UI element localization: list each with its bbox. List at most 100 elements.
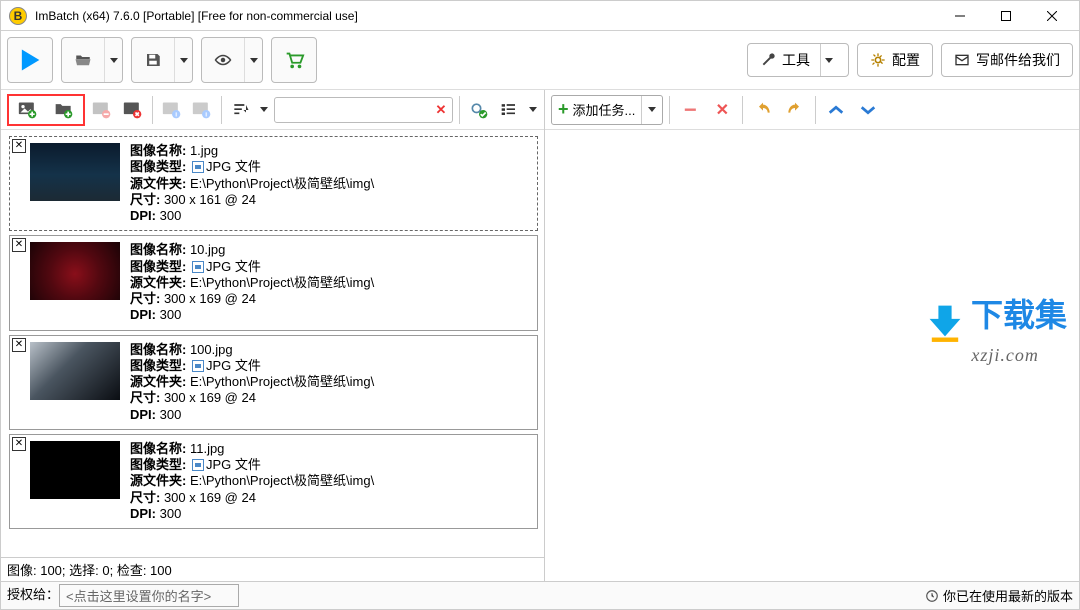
watermark: 下载集 xzji.com: [923, 291, 1067, 367]
filter-field[interactable]: [279, 103, 434, 117]
status-bar: 授权给： <点击这里设置你的名字> 你已在使用最新的版本: [1, 581, 1079, 609]
settings-label: 配置: [892, 50, 920, 70]
gear-check-icon: [469, 101, 489, 119]
add-task-dropdown[interactable]: [641, 96, 662, 124]
clear-filter-icon[interactable]: ✕: [434, 102, 449, 118]
email-button[interactable]: 写邮件给我们: [941, 43, 1073, 77]
folder-plus-icon: [54, 101, 74, 119]
content: i i ✕ 图像名称: 1.jpg图像类型: JPG 文件源文件夹: [1, 90, 1079, 581]
add-task-button[interactable]: + 添加任务...: [551, 95, 663, 125]
item-checkbox[interactable]: [12, 338, 26, 352]
clock-icon: [925, 589, 939, 603]
file-icon: [192, 161, 204, 173]
svg-text:i: i: [205, 111, 207, 118]
chevron-up-icon: [827, 103, 845, 117]
rotate-ccw-button[interactable]: i: [159, 96, 185, 124]
move-up-button[interactable]: [822, 97, 850, 123]
list-item[interactable]: 图像名称: 10.jpg图像类型: JPG 文件源文件夹: E:\Python\…: [9, 235, 538, 330]
item-meta: 图像名称: 10.jpg图像类型: JPG 文件源文件夹: E:\Python\…: [130, 242, 531, 323]
main-toolbar: 工具 配置 写邮件给我们: [1, 31, 1079, 90]
watermark-cn: 下载集: [971, 298, 1067, 334]
left-toolbar: i i ✕: [1, 90, 544, 130]
license-label: 授权给：: [7, 584, 59, 607]
add-file-button[interactable]: [11, 96, 45, 124]
file-icon: [192, 360, 204, 372]
image-info2-icon: i: [192, 101, 212, 119]
tools-dropdown[interactable]: [820, 44, 836, 76]
thumbnail: [30, 143, 120, 201]
preview-dropdown[interactable]: [244, 38, 262, 82]
list-icon: [500, 101, 520, 119]
item-meta: 图像名称: 100.jpg图像类型: JPG 文件源文件夹: E:\Python…: [130, 342, 531, 423]
chevron-down-icon: [859, 103, 877, 117]
thumbnail: [30, 242, 120, 300]
run-button[interactable]: [7, 37, 53, 83]
undo-button[interactable]: [749, 97, 777, 123]
rotate-cw-button[interactable]: i: [189, 96, 215, 124]
svg-text:i: i: [175, 111, 177, 118]
version-status: 你已在使用最新的版本: [943, 586, 1073, 605]
undo-icon: [754, 102, 772, 118]
remove-button[interactable]: [89, 96, 115, 124]
image-minus-icon: [92, 101, 112, 119]
item-checkbox[interactable]: [12, 139, 26, 153]
image-list[interactable]: 图像名称: 1.jpg图像类型: JPG 文件源文件夹: E:\Python\P…: [1, 130, 544, 557]
wrench-icon: [760, 52, 776, 68]
sort-dropdown[interactable]: [259, 96, 270, 124]
mail-icon: [954, 52, 970, 68]
add-task-label: 添加任务...: [573, 100, 636, 119]
filter-input[interactable]: ✕: [274, 97, 454, 123]
save-dropdown[interactable]: [174, 38, 192, 82]
cart-icon: [281, 49, 307, 71]
remove-all-button[interactable]: [119, 96, 145, 124]
move-down-button[interactable]: [854, 97, 882, 123]
file-icon: [192, 261, 204, 273]
minimize-button[interactable]: [937, 1, 983, 31]
sort-icon: [231, 101, 251, 119]
right-panel: + 添加任务... − ✕ 下载集 xzji.com: [545, 90, 1079, 581]
right-toolbar: + 添加任务... − ✕: [545, 90, 1079, 130]
list-item[interactable]: 图像名称: 1.jpg图像类型: JPG 文件源文件夹: E:\Python\P…: [9, 136, 538, 231]
settings-button[interactable]: 配置: [857, 43, 933, 77]
email-label: 写邮件给我们: [976, 50, 1060, 70]
eye-icon: [213, 51, 233, 69]
item-checkbox[interactable]: [12, 437, 26, 451]
image-count-status: 图像: 100; 选择: 0; 检查: 100: [1, 557, 544, 581]
preview-button[interactable]: [201, 37, 263, 83]
remove-task-button[interactable]: −: [676, 97, 704, 123]
license-field[interactable]: <点击这里设置你的名字>: [59, 584, 239, 607]
thumbnail: [30, 441, 120, 499]
list-mode-dropdown[interactable]: [527, 96, 538, 124]
tools-label: 工具: [782, 50, 810, 70]
list-item[interactable]: 图像名称: 11.jpg图像类型: JPG 文件源文件夹: E:\Python\…: [9, 434, 538, 529]
save-icon: [143, 51, 163, 69]
options-button[interactable]: [466, 96, 492, 124]
list-item[interactable]: 图像名称: 100.jpg图像类型: JPG 文件源文件夹: E:\Python…: [9, 335, 538, 430]
open-button[interactable]: [61, 37, 123, 83]
save-button[interactable]: [131, 37, 193, 83]
item-checkbox[interactable]: [12, 238, 26, 252]
close-task-button[interactable]: ✕: [708, 97, 736, 123]
file-icon: [192, 459, 204, 471]
minus-icon: −: [684, 97, 697, 123]
add-folder-button[interactable]: [47, 96, 81, 124]
sort-button[interactable]: [228, 96, 254, 124]
add-buttons-highlight: [7, 94, 85, 126]
folder-open-icon: [73, 51, 93, 69]
close-button[interactable]: [1029, 1, 1075, 31]
plus-icon: +: [558, 99, 569, 120]
task-area: 下载集 xzji.com: [545, 130, 1079, 581]
left-panel: i i ✕ 图像名称: 1.jpg图像类型: JPG 文件源文件夹: [1, 90, 545, 581]
gear-icon: [870, 52, 886, 68]
list-mode-button[interactable]: [497, 96, 523, 124]
redo-icon: [786, 102, 804, 118]
open-dropdown[interactable]: [104, 38, 122, 82]
image-x-icon: [123, 101, 143, 119]
tools-button[interactable]: 工具: [747, 43, 849, 77]
x-icon: ✕: [716, 100, 729, 120]
play-icon: [16, 46, 44, 74]
redo-button[interactable]: [781, 97, 809, 123]
store-button[interactable]: [271, 37, 317, 83]
image-plus-icon: [18, 101, 38, 119]
maximize-button[interactable]: [983, 1, 1029, 31]
